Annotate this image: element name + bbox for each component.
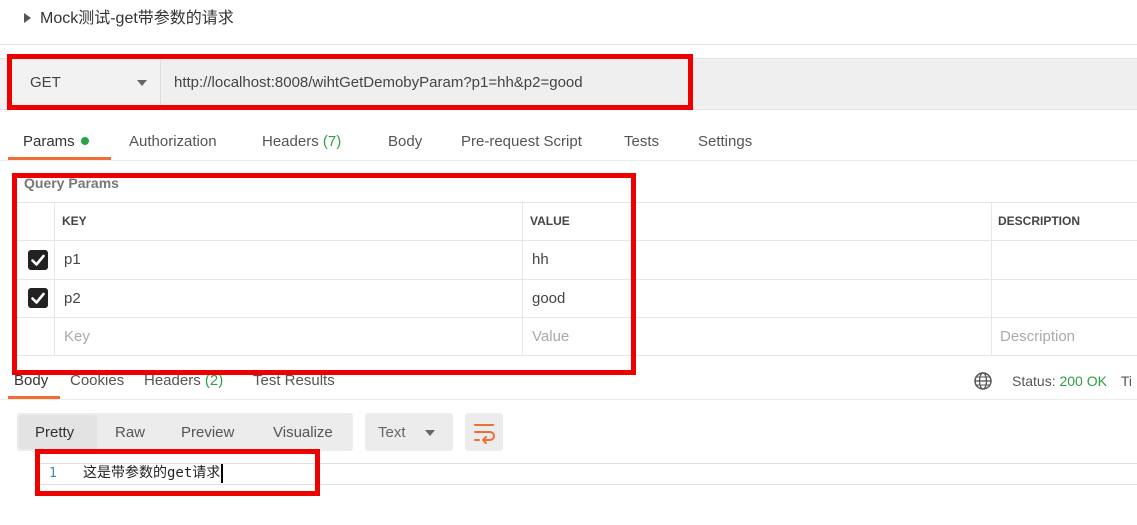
highlight-box-response — [35, 449, 320, 496]
tab-tests[interactable]: Tests — [624, 132, 659, 152]
tab-headers-count: (7) — [322, 133, 342, 150]
tab-body[interactable]: Body — [388, 132, 422, 152]
tab-headers-label: Headers — [262, 133, 319, 150]
tab-prerequest-script[interactable]: Pre-request Script — [461, 132, 582, 152]
status-label: Status: — [1012, 373, 1056, 389]
chevron-down-icon[interactable] — [425, 430, 435, 436]
response-type-label[interactable]: Text — [378, 423, 406, 443]
format-raw-button[interactable]: Raw — [115, 423, 145, 443]
request-title[interactable]: Mock测试-get带参数的请求 — [40, 9, 234, 29]
time-label: Ti — [1120, 373, 1133, 389]
format-pretty-button[interactable]: Pretty — [35, 423, 74, 443]
column-header-description: DESCRIPTION — [998, 214, 1081, 228]
status-value: 200 OK — [1059, 373, 1107, 389]
tab-params-label: Params — [23, 133, 75, 150]
highlight-box-url — [7, 54, 693, 110]
tab-authorization[interactable]: Authorization — [129, 132, 217, 152]
wrap-lines-icon — [474, 424, 495, 444]
new-description-input[interactable]: Description — [1000, 328, 1075, 346]
globe-icon[interactable] — [973, 371, 993, 396]
format-visualize-button[interactable]: Visualize — [273, 423, 333, 443]
tab-headers[interactable]: Headers (7) — [262, 132, 341, 152]
params-active-dot-icon — [80, 137, 89, 146]
tab-settings[interactable]: Settings — [698, 132, 752, 152]
highlight-box-params — [12, 173, 636, 375]
wrap-lines-button[interactable] — [465, 413, 503, 451]
caret-right-icon[interactable] — [24, 13, 31, 23]
tabs-divider — [0, 160, 1137, 161]
format-preview-button[interactable]: Preview — [181, 423, 234, 443]
table-col-divider — [991, 202, 992, 356]
response-status: Status: 200 OK Ti — [1012, 372, 1132, 390]
response-tabs-divider — [0, 399, 1137, 400]
tab-params[interactable]: Params — [23, 132, 89, 152]
